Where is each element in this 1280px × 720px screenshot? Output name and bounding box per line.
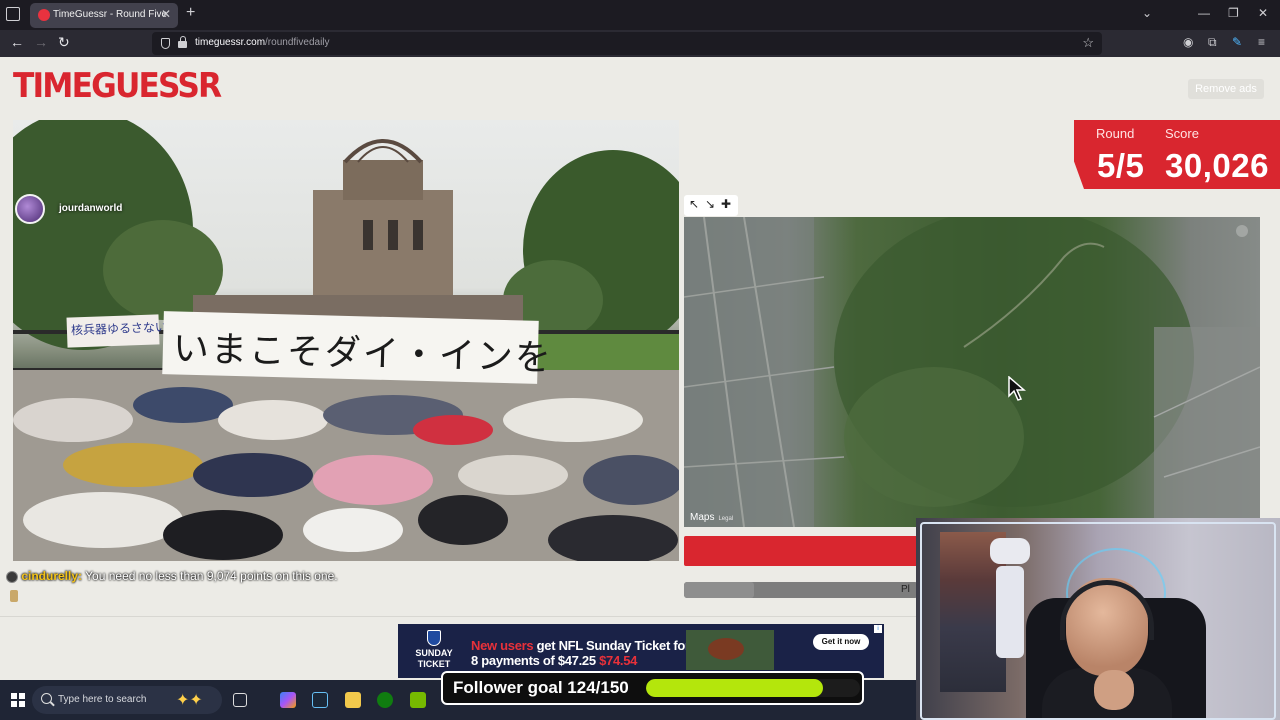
forward-icon[interactable]: → [34, 34, 48, 50]
shield-icon[interactable] [161, 38, 170, 49]
shrink-icon[interactable]: ↘ [705, 197, 715, 211]
divider [0, 616, 916, 617]
maps-brand: Maps [690, 512, 715, 523]
follower-goal-widget: Follower goal 124/150 [441, 671, 864, 705]
extensions-icon[interactable]: ⧉ [1208, 35, 1217, 50]
file-explorer-icon[interactable] [345, 692, 361, 708]
pin-icon[interactable]: ✚ [721, 197, 731, 211]
ad-football-image [686, 630, 774, 670]
round-label: Round [1096, 126, 1135, 141]
taskbar-search-placeholder: Type here to search [58, 694, 147, 705]
photo-credit[interactable]: jourdanworld [13, 192, 133, 226]
score-value: 30,026 [1165, 147, 1269, 184]
map-toolbar: ↖ ↘ ✚ [684, 195, 738, 216]
chat-colon: : [78, 569, 83, 583]
star-icon[interactable]: ☆ [1082, 35, 1094, 51]
extension-icon[interactable]: ✎ [1232, 35, 1242, 49]
photo-username: jourdanworld [59, 203, 123, 214]
guess-map[interactable]: Maps Legal [684, 217, 1260, 527]
small-banner-text: 核兵器ゆるさない [70, 320, 168, 338]
football-icon [708, 638, 744, 660]
url-text[interactable]: timeguessr.com/roundfivedaily [195, 37, 330, 48]
follower-goal-track [646, 679, 860, 697]
browser-nav-bar: ← → ↻ timeguessr.com/roundfivedaily ☆ ◉ … [0, 30, 1280, 57]
ad-cta-button[interactable]: Get it now [813, 634, 869, 650]
round-value: 5/5 [1097, 147, 1145, 184]
chat-username: cindurelly [21, 569, 79, 583]
back-icon[interactable]: ← [10, 34, 24, 50]
window-close-icon[interactable]: ✕ [1258, 6, 1268, 20]
new-tab-icon[interactable]: + [186, 4, 195, 22]
windows-start-icon[interactable] [11, 693, 25, 707]
close-icon[interactable]: ✕ [161, 7, 171, 21]
progress-text: Pl [901, 584, 910, 595]
xbox-icon[interactable] [377, 692, 393, 708]
copilot-icon[interactable] [280, 692, 296, 708]
small-protest-banner: 核兵器ゆるさない [66, 314, 167, 348]
address-bar[interactable]: timeguessr.com/roundfivedaily ☆ [152, 32, 1102, 55]
ad-headline-red: New users [471, 638, 534, 653]
chat-text: You need no less than 9,074 points on th… [85, 569, 338, 583]
remove-ads-button[interactable]: Remove ads [1188, 79, 1264, 99]
round-photo[interactable]: 核兵器ゆるさない いまこそダイ・インを jourdanworld [13, 120, 679, 561]
banner-text: いまこそダイ・インを [172, 328, 554, 380]
round-score-panel: Round Score 5/5 30,026 [1074, 120, 1280, 189]
score-label: Score [1165, 126, 1199, 141]
tab-active[interactable]: TimeGuessr - Round Five ✕ [30, 3, 178, 28]
ad-info-icon[interactable]: i [874, 625, 882, 633]
chat-emote-icon [10, 590, 18, 602]
chat-badge-icon [6, 570, 18, 583]
menu-icon[interactable]: ≡ [1258, 35, 1265, 49]
ad-headline: New users get NFL Sunday Ticket for 8 pa… [471, 638, 690, 668]
steam-icon[interactable] [312, 692, 328, 708]
expand-icon[interactable]: ↖ [689, 197, 699, 211]
nfl-shield-icon [427, 630, 441, 646]
guess-progress-bar [684, 582, 918, 598]
restore-icon[interactable]: ❐ [1228, 6, 1239, 20]
timeguessr-favicon-icon [38, 9, 50, 21]
advertisement[interactable]: SUNDAY TICKET New users get NFL Sunday T… [398, 624, 884, 678]
sunday-ticket-logo: SUNDAY TICKET [412, 630, 456, 674]
chat-message: cindurelly: You need no less than 9,074 … [6, 569, 338, 583]
sparkle-icon: ✦✦ [176, 692, 203, 709]
url-host: timeguessr.com [195, 37, 266, 48]
tab-list-icon[interactable] [6, 7, 20, 21]
progress-fill [684, 582, 755, 598]
tab-title: TimeGuessr - Round Five [53, 9, 168, 20]
url-path: /roundfivedaily [265, 37, 330, 48]
streamer-webcam [916, 518, 1280, 720]
guess-button[interactable] [684, 536, 918, 566]
timeguessr-logo[interactable]: TIMEGUESSR [13, 66, 222, 106]
lock-icon[interactable] [178, 36, 187, 48]
compass-icon[interactable] [1236, 225, 1248, 237]
browser-tab-bar: TimeGuessr - Round Five ✕ + ⌄ — ❐ ✕ [0, 0, 1280, 30]
follower-goal-fill [646, 679, 823, 697]
task-view-icon[interactable] [233, 693, 247, 707]
maps-attribution: Maps Legal [690, 512, 733, 523]
satellite-imagery [684, 217, 1260, 527]
webcam-frame [920, 522, 1276, 720]
mouse-cursor-icon [1008, 376, 1026, 401]
taskbar-search[interactable]: Type here to search ✦✦ [32, 686, 222, 714]
maps-legal-link[interactable]: Legal [718, 516, 733, 522]
ad-brand-line2: TICKET [417, 659, 451, 669]
ad-line2: 8 payments of $47.25 [471, 653, 596, 668]
ad-brand-line1: SUNDAY [415, 648, 453, 658]
protest-banner: いまこそダイ・インを [162, 311, 553, 384]
minimize-icon[interactable]: — [1198, 6, 1210, 20]
chevron-down-icon[interactable]: ⌄ [1142, 6, 1152, 20]
search-icon [41, 693, 52, 704]
nvidia-icon[interactable] [410, 692, 426, 708]
ad-headline-text: get NFL Sunday Ticket for [533, 638, 690, 653]
avatar [15, 194, 45, 224]
ad-line2-red: $74.54 [595, 653, 638, 668]
reload-icon[interactable]: ↻ [58, 34, 70, 51]
account-icon[interactable]: ◉ [1183, 35, 1193, 49]
follower-goal-label: Follower goal 124/150 [453, 678, 629, 697]
